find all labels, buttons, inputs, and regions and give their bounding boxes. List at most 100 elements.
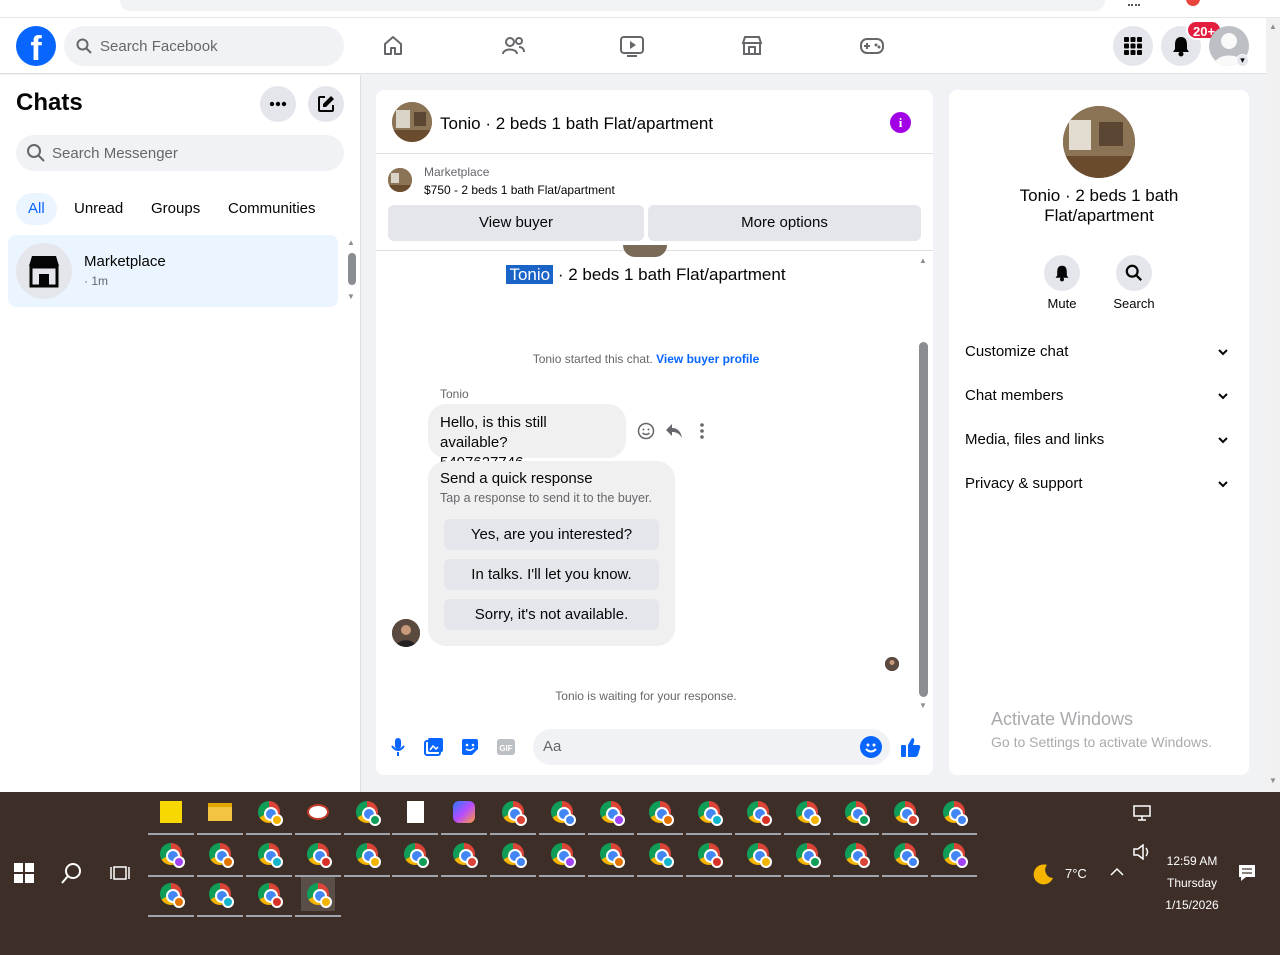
show-hidden-icons-chevron-up-icon[interactable]	[1110, 864, 1124, 882]
filter-tab-groups[interactable]: Groups	[139, 193, 212, 225]
chrome-profile-app-icon[interactable]	[148, 877, 194, 917]
chrome-profile-app-icon[interactable]	[637, 795, 683, 835]
page-scroll-up-icon[interactable]: ▲	[1269, 22, 1277, 31]
windows-start-icon[interactable]	[14, 863, 34, 888]
chrome-profile-app-icon[interactable]	[539, 795, 585, 835]
chat-header-title[interactable]: Tonio · 2 beds 1 bath Flat/apartment	[440, 114, 713, 134]
chrome-profile-app-icon[interactable]	[686, 837, 732, 877]
message-input[interactable]: Aa	[533, 729, 890, 765]
quick-response-yes-button[interactable]: Yes, are you interested?	[444, 519, 659, 550]
react-emoji-icon[interactable]	[636, 421, 656, 441]
gif-icon[interactable]: GIF	[494, 735, 518, 759]
system-clock[interactable]: 12:59 AM Thursday 1/15/2026	[1160, 850, 1224, 916]
info-icon[interactable]: i	[890, 112, 911, 133]
chrome-profile-app-icon[interactable]	[490, 837, 536, 877]
chrome-profile-app-icon[interactable]	[490, 795, 536, 835]
chrome-profile-app-icon[interactable]	[441, 837, 487, 877]
chrome-profile-app-icon[interactable]	[588, 837, 634, 877]
chrome-profile-app-icon[interactable]	[295, 877, 341, 917]
like-thumb-icon[interactable]	[898, 734, 924, 760]
chrome-profile-app-icon[interactable]	[637, 837, 683, 877]
chrome-profile-app-icon[interactable]	[882, 837, 928, 877]
chat-scroll-up-icon[interactable]: ▲	[919, 256, 927, 265]
task-view-icon[interactable]	[110, 864, 130, 887]
reply-icon[interactable]	[664, 421, 684, 441]
more-options-icon[interactable]	[260, 86, 296, 122]
chrome-profile-app-icon[interactable]	[344, 837, 390, 877]
sticky-notes-app-icon[interactable]	[148, 795, 194, 835]
weather-moon-icon[interactable]	[1032, 862, 1056, 891]
chrome-profile-app-icon[interactable]	[735, 795, 781, 835]
friends-icon[interactable]	[493, 26, 533, 66]
page-scroll-down-icon[interactable]: ▼	[1269, 776, 1277, 785]
emoji-icon[interactable]	[860, 736, 882, 758]
browser-menu-icon[interactable]	[1128, 0, 1140, 6]
sticker-icon[interactable]	[458, 735, 482, 759]
page-scrollbar[interactable]: ▲ ▼	[1266, 18, 1280, 792]
photo-attach-icon[interactable]	[422, 735, 446, 759]
filter-tab-all[interactable]: All	[16, 193, 57, 225]
chrome-profile-app-icon[interactable]	[539, 837, 585, 877]
network-icon[interactable]	[1133, 805, 1151, 826]
chrome-profile-app-icon[interactable]	[246, 877, 292, 917]
sidebar-scrollbar-thumb[interactable]	[348, 253, 356, 285]
chrome-profile-app-icon[interactable]	[344, 795, 390, 835]
mute-bell-icon[interactable]	[1044, 255, 1080, 291]
home-icon[interactable]	[373, 26, 413, 66]
chat-scroll-down-icon[interactable]: ▼	[919, 701, 927, 710]
weather-temperature[interactable]: 7°C	[1065, 866, 1087, 881]
scroll-up-arrow-icon[interactable]: ▲	[347, 238, 355, 247]
chrome-profile-app-icon[interactable]	[197, 837, 243, 877]
search-messenger-input[interactable]: Search Messenger	[16, 135, 344, 171]
chrome-profile-app-icon[interactable]	[686, 795, 732, 835]
scroll-down-arrow-icon[interactable]: ▼	[347, 292, 355, 301]
address-bar[interactable]	[120, 0, 1105, 11]
sender-avatar[interactable]	[392, 619, 420, 647]
file-explorer-app-icon[interactable]	[197, 795, 243, 835]
more-options-button[interactable]: More options	[648, 205, 921, 241]
filter-tab-unread[interactable]: Unread	[62, 193, 135, 225]
chrome-profile-app-icon[interactable]	[882, 795, 928, 835]
gaming-icon[interactable]	[852, 26, 892, 66]
incoming-message-bubble[interactable]: Hello, is this still available? 54076277…	[428, 404, 626, 471]
chrome-profile-app-icon[interactable]	[931, 795, 977, 835]
watch-icon[interactable]	[612, 26, 652, 66]
browser-profile-icon[interactable]	[1186, 0, 1200, 6]
chrome-profile-app-icon[interactable]	[833, 795, 879, 835]
chrome-profile-app-icon[interactable]	[588, 795, 634, 835]
listing-avatar[interactable]	[392, 102, 432, 142]
chrome-profile-app-icon[interactable]	[735, 837, 781, 877]
document-app-icon[interactable]	[392, 795, 438, 835]
chrome-profile-app-icon[interactable]	[197, 877, 243, 917]
chrome-profile-app-icon[interactable]	[295, 837, 341, 877]
facebook-logo[interactable]: f	[16, 26, 56, 66]
chrome-profile-app-icon[interactable]	[246, 795, 292, 835]
chat-scrollbar-thumb[interactable]	[919, 342, 928, 697]
media-files-links-row[interactable]: Media, files and links	[965, 428, 1233, 452]
chrome-profile-app-icon[interactable]	[784, 837, 830, 877]
account-chevron-down-icon[interactable]: ▾	[1236, 54, 1249, 67]
chrome-profile-app-icon[interactable]	[392, 837, 438, 877]
taskbar-search-icon[interactable]	[61, 862, 83, 889]
search-in-conversation-icon[interactable]	[1116, 255, 1152, 291]
volume-icon[interactable]	[1133, 843, 1151, 865]
filter-tab-communities[interactable]: Communities	[216, 193, 328, 225]
view-buyer-button[interactable]: View buyer	[388, 205, 644, 241]
quick-response-unavailable-button[interactable]: Sorry, it's not available.	[444, 599, 659, 630]
privacy-support-row[interactable]: Privacy & support	[965, 472, 1233, 496]
chrome-profile-app-icon[interactable]	[246, 837, 292, 877]
paint-app-icon[interactable]	[295, 795, 341, 835]
quick-response-talks-button[interactable]: In talks. I'll let you know.	[444, 559, 659, 590]
chrome-profile-app-icon[interactable]	[148, 837, 194, 877]
marketplace-icon[interactable]	[732, 26, 772, 66]
chrome-profile-app-icon[interactable]	[833, 837, 879, 877]
menu-grid-icon[interactable]	[1113, 26, 1153, 66]
copilot-app-icon[interactable]	[441, 795, 487, 835]
conversation-item-marketplace[interactable]: Marketplace · 1m	[8, 235, 338, 307]
chat-members-row[interactable]: Chat members	[965, 384, 1233, 408]
message-more-icon[interactable]	[692, 421, 712, 441]
search-facebook-input[interactable]: Search Facebook	[64, 26, 344, 66]
view-buyer-profile-link[interactable]: View buyer profile	[656, 352, 759, 366]
customize-chat-row[interactable]: Customize chat	[965, 340, 1233, 364]
chrome-profile-app-icon[interactable]	[931, 837, 977, 877]
